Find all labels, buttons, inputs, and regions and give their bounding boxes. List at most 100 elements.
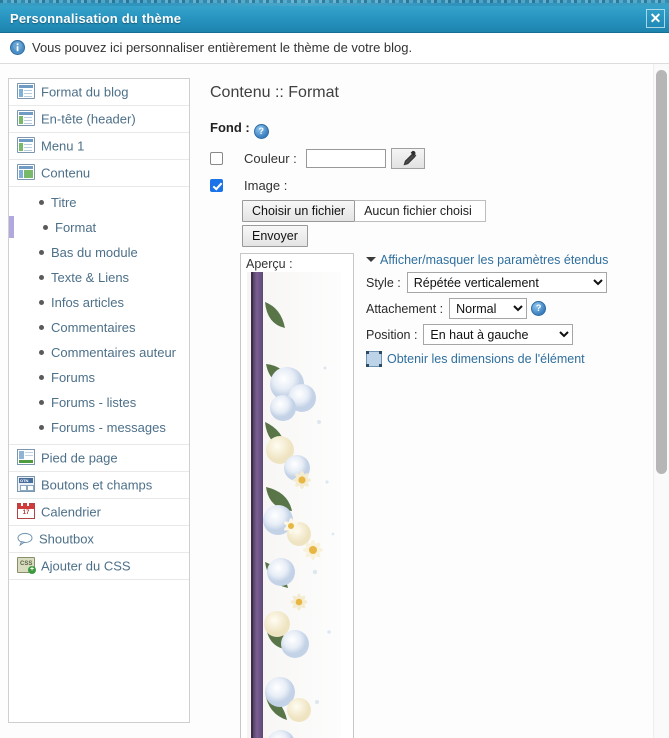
- send-button[interactable]: Envoyer: [242, 225, 308, 247]
- color-checkbox[interactable]: [210, 152, 223, 165]
- bullet-icon: [39, 425, 44, 430]
- sidebar-subitem-label: Bas du module: [51, 245, 138, 260]
- sidebar-subitem-label: Forums - listes: [51, 395, 137, 410]
- image-row: Image :: [210, 178, 640, 193]
- sidebar-item-label: Menu 1: [41, 138, 85, 154]
- position-select[interactable]: En haut à gauche: [423, 324, 574, 345]
- position-label: Position :: [366, 327, 418, 342]
- extended-settings: Afficher/masquer les paramètres étendus …: [366, 253, 632, 738]
- sidebar-item-label: Calendrier: [41, 504, 101, 520]
- sidebar-subitem-label: Commentaires auteur: [51, 345, 176, 360]
- sidebar-subitem-format[interactable]: Format: [9, 215, 189, 240]
- preview-and-settings: Aperçu : Afficher/masquer les paramètres…: [240, 253, 640, 738]
- sidebar-item-ajouter-du-css[interactable]: CSS + Ajouter du CSS: [9, 553, 189, 580]
- theme-customization-dialog: Personnalisation du thème ✕ Vous pouvez …: [0, 0, 669, 738]
- style-select[interactable]: Répétée verticalement: [406, 272, 607, 293]
- sidebar-item-en-tete[interactable]: En-tête (header): [9, 106, 189, 133]
- preview-image: [247, 272, 341, 738]
- vertical-scrollbar[interactable]: [653, 64, 669, 738]
- sidebar-item-label: Shoutbox: [39, 531, 94, 547]
- attachment-row: Attachement : Normal ?: [366, 298, 632, 319]
- sidebar-subitem-infos-articles[interactable]: Infos articles: [9, 290, 189, 315]
- file-picker: Choisir un fichier Aucun fichier choisi: [242, 200, 640, 222]
- send-row: Envoyer: [242, 225, 640, 247]
- layout-menu-icon: [17, 137, 35, 153]
- toggle-extended-settings-link[interactable]: Afficher/masquer les paramètres étendus: [366, 253, 632, 267]
- close-icon[interactable]: ✕: [646, 9, 665, 28]
- fond-section-header: Fond :?: [200, 120, 640, 139]
- selection-frame-icon: [366, 351, 382, 367]
- add-css-icon: CSS +: [17, 557, 36, 574]
- choose-file-button[interactable]: Choisir un fichier: [242, 200, 356, 222]
- sidebar-item-label: En-tête (header): [41, 111, 136, 127]
- image-label: Image :: [244, 178, 288, 193]
- bullet-icon: [43, 225, 48, 230]
- notice-bar: Vous pouvez ici personnaliser entièremen…: [0, 33, 669, 64]
- dialog-titlebar: Personnalisation du thème ✕: [0, 6, 669, 33]
- sidebar: Format du blog En-tête (header) Menu 1 C…: [8, 78, 190, 723]
- sidebar-subitem-label: Format: [55, 220, 97, 235]
- sidebar-subitem-titre[interactable]: Titre: [9, 190, 189, 215]
- sidebar-item-shoutbox[interactable]: Shoutbox: [9, 526, 189, 553]
- sidebar-item-pied-de-page[interactable]: Pied de page: [9, 445, 189, 472]
- style-row: Style : Répétée verticalement: [366, 272, 632, 293]
- bullet-icon: [39, 200, 44, 205]
- sidebar-item-label: Boutons et champs: [41, 477, 153, 493]
- color-input[interactable]: [305, 149, 386, 168]
- dialog-body: Format du blog En-tête (header) Menu 1 C…: [0, 64, 669, 738]
- page-title: Contenu :: Format: [210, 84, 339, 101]
- layout-header-icon: [17, 110, 35, 126]
- caret-down-icon: [366, 257, 376, 262]
- notice-text: Vous pouvez ici personnaliser entièremen…: [32, 40, 413, 55]
- style-label: Style :: [366, 275, 401, 290]
- sidebar-subitem-forums[interactable]: Forums: [9, 365, 189, 390]
- sidebar-item-label: Ajouter du CSS: [41, 558, 131, 574]
- bullet-icon: [39, 325, 44, 330]
- sidebar-subitem-label: Texte & Liens: [51, 270, 130, 285]
- bullet-icon: [39, 350, 44, 355]
- position-row: Position : En haut à gauche: [366, 324, 632, 345]
- image-checkbox[interactable]: [210, 179, 223, 192]
- calendar-icon: 17: [17, 503, 35, 519]
- dialog-title: Personnalisation du thème: [10, 11, 182, 26]
- sidebar-subitem-commentaires[interactable]: Commentaires: [9, 315, 189, 340]
- chosen-file-name: Aucun fichier choisi: [355, 200, 487, 222]
- content-pane: Contenu :: Format Fond :? Couleur : Imag…: [200, 78, 640, 738]
- attachment-label: Attachement :: [366, 301, 444, 316]
- eyedropper-icon[interactable]: [390, 148, 425, 169]
- sidebar-subitem-commentaires-auteur[interactable]: Commentaires auteur: [9, 340, 189, 365]
- fond-label: Fond :: [210, 120, 250, 135]
- sidebar-item-menu-1[interactable]: Menu 1: [9, 133, 189, 160]
- sidebar-item-label: Format du blog: [41, 84, 129, 100]
- image-preview-panel: Aperçu :: [240, 253, 354, 738]
- sidebar-item-calendrier[interactable]: 17 Calendrier: [9, 499, 189, 526]
- sidebar-subitem-forums-listes[interactable]: Forums - listes: [9, 390, 189, 415]
- layout-content-icon: [17, 164, 35, 180]
- color-label: Couleur :: [244, 151, 297, 166]
- sidebar-item-contenu[interactable]: Contenu: [9, 160, 189, 187]
- info-icon: [10, 40, 25, 55]
- color-row: Couleur :: [210, 148, 640, 169]
- sidebar-subitem-bas-du-module[interactable]: Bas du module: [9, 240, 189, 265]
- bullet-icon: [39, 375, 44, 380]
- sidebar-item-label: Contenu: [41, 165, 91, 181]
- attachment-select[interactable]: Normal: [449, 298, 528, 319]
- get-dimensions-link[interactable]: Obtenir les dimensions de l'élément: [366, 351, 632, 367]
- help-icon[interactable]: ?: [253, 124, 269, 139]
- sidebar-subitem-label: Commentaires: [51, 320, 136, 335]
- preview-label: Aperçu :: [246, 257, 293, 271]
- sidebar-subitem-label: Titre: [51, 195, 77, 210]
- sidebar-subitem-label: Forums: [51, 370, 96, 385]
- sidebar-item-format-du-blog[interactable]: Format du blog: [9, 79, 189, 106]
- sidebar-subitems: Titre Format Bas du module Texte & Liens…: [9, 187, 189, 445]
- get-dimensions-label: Obtenir les dimensions de l'élément: [387, 352, 585, 366]
- sidebar-subitem-texte-liens[interactable]: Texte & Liens: [9, 265, 189, 290]
- toggle-link-label: Afficher/masquer les paramètres étendus: [380, 253, 609, 267]
- sidebar-subitem-label: Infos articles: [51, 295, 124, 310]
- sidebar-item-boutons-et-champs[interactable]: OTN Boutons et champs: [9, 472, 189, 499]
- sidebar-item-label: Pied de page: [41, 450, 118, 466]
- help-icon[interactable]: ?: [531, 301, 547, 316]
- sidebar-subitem-forums-messages[interactable]: Forums - messages: [9, 415, 189, 440]
- scrollbar-thumb[interactable]: [656, 70, 667, 474]
- speech-bubble-icon: [17, 532, 33, 546]
